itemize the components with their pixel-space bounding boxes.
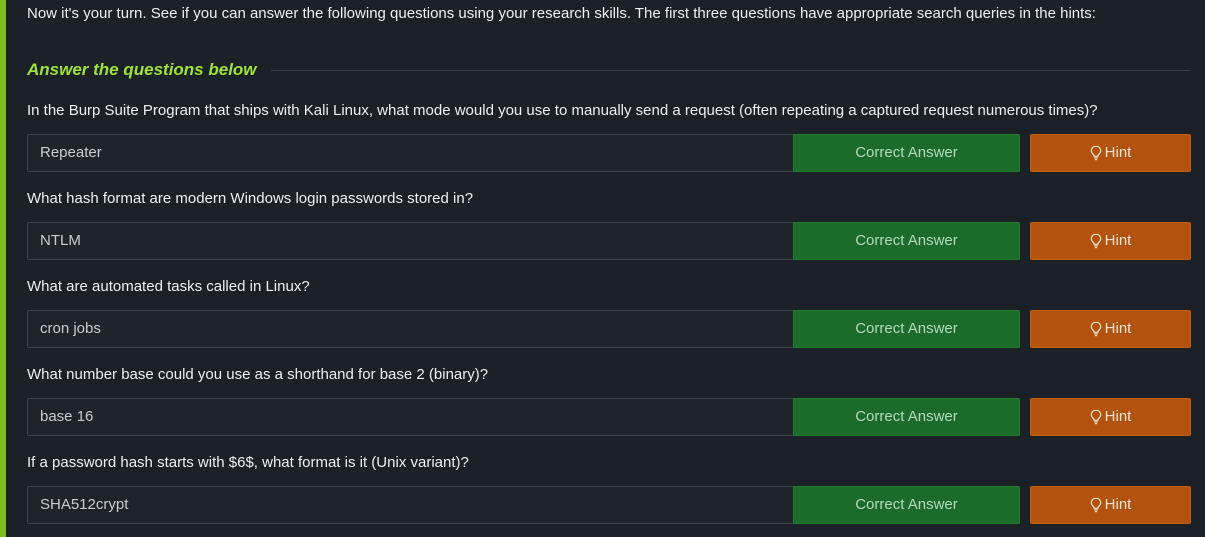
question-text: In the Burp Suite Program that ships wit… (27, 102, 1098, 119)
lightbulb-icon (1090, 497, 1102, 513)
answer-field[interactable]: NTLM (27, 222, 795, 260)
lightbulb-icon (1090, 233, 1102, 249)
hint-button[interactable]: Hint (1030, 310, 1191, 348)
hint-button[interactable]: Hint (1030, 222, 1191, 260)
hint-label: Hint (1104, 320, 1132, 337)
correct-answer-button[interactable]: Correct Answer (793, 310, 1020, 348)
answer-field[interactable]: base 16 (27, 398, 795, 436)
hint-button[interactable]: Hint (1030, 398, 1191, 436)
correct-answer-button[interactable]: Correct Answer (793, 398, 1020, 436)
question-block: In the Burp Suite Program that ships wit… (27, 101, 1191, 172)
answer-field[interactable]: SHA512crypt (27, 486, 795, 524)
correct-answer-button[interactable]: Correct Answer (793, 222, 1020, 260)
question-block: If a password hash starts with $6$, what… (27, 453, 1191, 524)
lightbulb-icon (1090, 409, 1102, 425)
questions-section-header: Answer the questions below (27, 58, 1190, 82)
answer-field[interactable]: Repeater (27, 134, 795, 172)
question-text: What are automated tasks called in Linux… (27, 278, 310, 295)
hint-label: Hint (1104, 232, 1132, 249)
hint-button[interactable]: Hint (1030, 486, 1191, 524)
task-accent-bar (0, 0, 6, 537)
answer-row: Repeater Correct Answer Hint (27, 134, 1191, 172)
correct-answer-button[interactable]: Correct Answer (793, 134, 1020, 172)
question-text: What number base could you use as a shor… (27, 366, 489, 383)
lightbulb-icon (1090, 321, 1102, 337)
hint-label: Hint (1104, 144, 1132, 161)
answer-row: cron jobs Correct Answer Hint (27, 310, 1191, 348)
question-block: What are automated tasks called in Linux… (27, 277, 1191, 348)
task-panel: Now it's your turn. See if you can answe… (0, 0, 1205, 537)
section-divider (270, 69, 1190, 71)
hint-label: Hint (1104, 496, 1132, 513)
hint-button[interactable]: Hint (1030, 134, 1191, 172)
answer-row: NTLM Correct Answer Hint (27, 222, 1191, 260)
task-intro-text: Now it's your turn. See if you can answe… (27, 5, 1096, 22)
hint-label: Hint (1104, 408, 1132, 425)
question-block: What number base could you use as a shor… (27, 365, 1191, 436)
answer-row: base 16 Correct Answer Hint (27, 398, 1191, 436)
answer-row: SHA512crypt Correct Answer Hint (27, 486, 1191, 524)
correct-answer-button[interactable]: Correct Answer (793, 486, 1020, 524)
answer-field[interactable]: cron jobs (27, 310, 795, 348)
section-title: Answer the questions below (27, 60, 257, 79)
question-text: If a password hash starts with $6$, what… (27, 454, 469, 471)
question-text: What hash format are modern Windows logi… (27, 190, 474, 207)
lightbulb-icon (1090, 145, 1102, 161)
question-block: What hash format are modern Windows logi… (27, 189, 1191, 260)
